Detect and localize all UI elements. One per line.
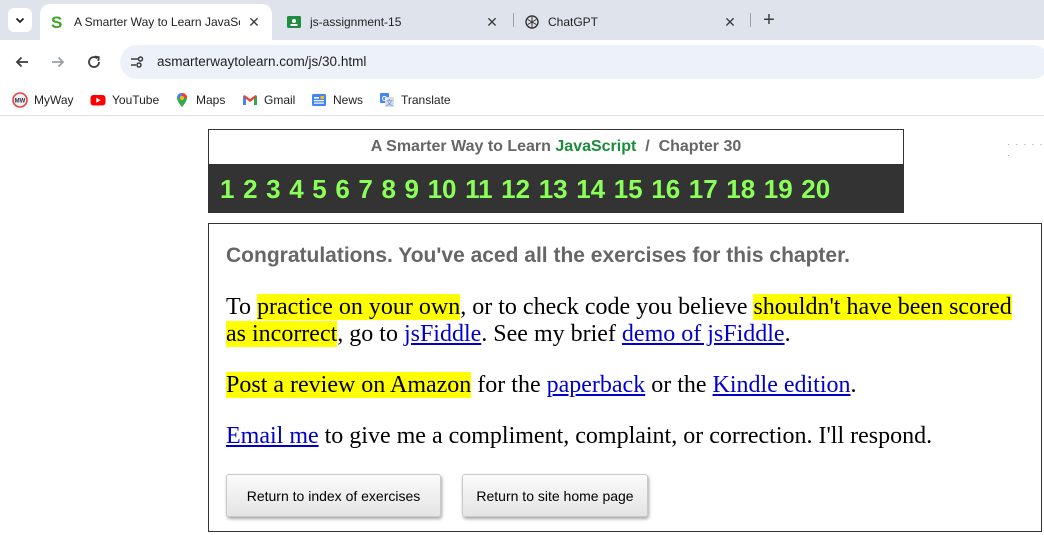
jsfiddle-demo-link[interactable]: demo of jsFiddle: [622, 321, 785, 347]
tab-smarter-way[interactable]: S A Smarter Way to Learn JavaScript ✕: [40, 4, 272, 40]
bookmark-gmail[interactable]: Gmail: [242, 91, 295, 109]
side-dots: · · · · · ·: [1007, 139, 1044, 161]
text: , go to: [337, 321, 404, 347]
exercise-link-4[interactable]: 4: [289, 176, 303, 202]
title-separator: /: [645, 138, 650, 155]
site-info-icon[interactable]: [128, 53, 146, 71]
bookmark-news[interactable]: News: [311, 91, 363, 109]
exercise-link-18[interactable]: 18: [726, 176, 755, 202]
bookmark-label: YouTube: [112, 93, 160, 107]
tab-strip: S A Smarter Way to Learn JavaScript ✕ js…: [0, 0, 1044, 40]
chapter-title: Chapter 30: [658, 138, 742, 155]
browser-toolbar: asmarterwaytolearn.com/js/30.html: [0, 40, 1044, 84]
exercise-link-8[interactable]: 8: [381, 176, 395, 202]
translate-icon: G文: [379, 92, 395, 108]
news-icon: [311, 92, 327, 108]
exercise-link-16[interactable]: 16: [651, 176, 680, 202]
return-to-index-button[interactable]: Return to index of exercises: [226, 474, 441, 517]
bookmark-youtube[interactable]: YouTube: [90, 91, 159, 109]
congrats-heading: Congratulations. You've aced all the exe…: [226, 244, 850, 267]
exercise-link-1[interactable]: 1: [220, 176, 234, 202]
gmail-icon: [242, 92, 258, 108]
reload-icon: [88, 55, 100, 68]
bookmarks-bar: MW MyWay YouTube Maps Gmail News G文 Tran…: [0, 84, 1044, 116]
exercise-link-12[interactable]: 12: [501, 176, 530, 202]
text: To: [226, 294, 257, 320]
tab-title: js-assignment-15: [310, 15, 402, 29]
tab-search-button[interactable]: [8, 8, 32, 32]
jsfiddle-link[interactable]: jsFiddle: [404, 321, 481, 347]
email-link[interactable]: Email me: [226, 423, 319, 449]
return-home-button[interactable]: Return to site home page: [462, 474, 648, 517]
tab-chatgpt[interactable]: ChatGPT ✕: [514, 4, 748, 40]
highlight-practice: practice on your own: [256, 294, 461, 320]
maps-icon: [174, 92, 190, 108]
highlight-review: Post a review on Amazon: [226, 372, 472, 398]
bookmark-label: News: [333, 93, 364, 107]
tab-title: A Smarter Way to Learn JavaScript: [74, 15, 240, 29]
url-text[interactable]: asmarterwaytolearn.com/js/30.html: [157, 54, 366, 69]
myway-icon: MW: [12, 92, 28, 108]
new-tab-button[interactable]: +: [758, 9, 780, 31]
chatgpt-icon: [524, 14, 540, 30]
tab-title: ChatGPT: [548, 15, 599, 29]
tab-divider: [750, 13, 751, 27]
exercise-link-20[interactable]: 20: [801, 176, 830, 202]
page-header: A Smarter Way to Learn JavaScript / Chap…: [208, 129, 904, 165]
exercise-link-6[interactable]: 6: [335, 176, 349, 202]
bookmark-label: Maps: [196, 93, 226, 107]
tab-js-assignment[interactable]: js-assignment-15 ✕: [276, 4, 510, 40]
text: . See my brief: [481, 321, 622, 347]
exercise-link-5[interactable]: 5: [312, 176, 326, 202]
exercise-link-10[interactable]: 10: [428, 176, 457, 202]
text: .: [850, 372, 857, 398]
site-title-prefix: A Smarter Way to Learn: [370, 138, 551, 155]
exercise-link-2[interactable]: 2: [243, 176, 257, 202]
bookmark-maps[interactable]: Maps: [174, 91, 225, 109]
bookmark-label: Translate: [401, 93, 451, 107]
exercise-number-nav: 1 2 3 4 5 6 7 8 9 10 11 12 13 14 15 16 1…: [208, 164, 904, 213]
back-arrow-icon: [15, 56, 28, 68]
address-bar[interactable]: asmarterwaytolearn.com/js/30.html: [120, 45, 1044, 79]
forward-arrow-icon: [52, 56, 65, 68]
youtube-icon: [90, 92, 106, 108]
bookmark-myway[interactable]: MW MyWay: [12, 91, 74, 109]
forward-button[interactable]: [46, 50, 70, 74]
exercise-link-13[interactable]: 13: [539, 176, 568, 202]
bookmark-label: MyWay: [34, 93, 74, 107]
bookmark-label: Gmail: [264, 93, 296, 107]
text: for the: [471, 372, 547, 398]
text: .: [784, 321, 791, 347]
exercise-link-11[interactable]: 11: [465, 176, 493, 202]
exercise-link-17[interactable]: 17: [689, 176, 718, 202]
text: or the: [645, 372, 713, 398]
exercise-link-14[interactable]: 14: [576, 176, 605, 202]
svg-text:文: 文: [386, 98, 393, 107]
text: to give me a compliment, complaint, or c…: [318, 423, 933, 449]
close-tab-icon[interactable]: ✕: [246, 14, 262, 30]
site-title-brand: JavaScript: [555, 138, 637, 155]
chevron-down-icon: [15, 17, 25, 24]
completion-panel: Congratulations. You've aced all the exe…: [208, 223, 1042, 532]
bookmark-translate[interactable]: G文 Translate: [379, 91, 451, 109]
exercise-link-3[interactable]: 3: [266, 176, 280, 202]
svg-text:S: S: [51, 14, 62, 30]
exercise-link-7[interactable]: 7: [358, 176, 372, 202]
google-classroom-icon: [286, 14, 302, 30]
review-paragraph: Post a review on Amazon for the paperbac…: [226, 372, 1026, 399]
practice-paragraph: To practice on your own, or to check cod…: [226, 294, 1026, 348]
paperback-link[interactable]: paperback: [547, 372, 646, 398]
exercise-link-9[interactable]: 9: [405, 176, 419, 202]
close-tab-icon[interactable]: ✕: [484, 14, 500, 30]
back-button[interactable]: [10, 50, 34, 74]
exercise-link-19[interactable]: 19: [764, 176, 793, 202]
text: , or to check code you believe: [460, 294, 754, 320]
smarter-way-favicon: S: [50, 14, 66, 30]
email-paragraph: Email me to give me a compliment, compla…: [226, 423, 1026, 450]
close-tab-icon[interactable]: ✕: [722, 14, 738, 30]
kindle-link[interactable]: Kindle edition: [713, 372, 851, 398]
exercise-link-15[interactable]: 15: [614, 176, 643, 202]
reload-button[interactable]: [82, 50, 106, 74]
svg-text:MW: MW: [15, 99, 26, 105]
